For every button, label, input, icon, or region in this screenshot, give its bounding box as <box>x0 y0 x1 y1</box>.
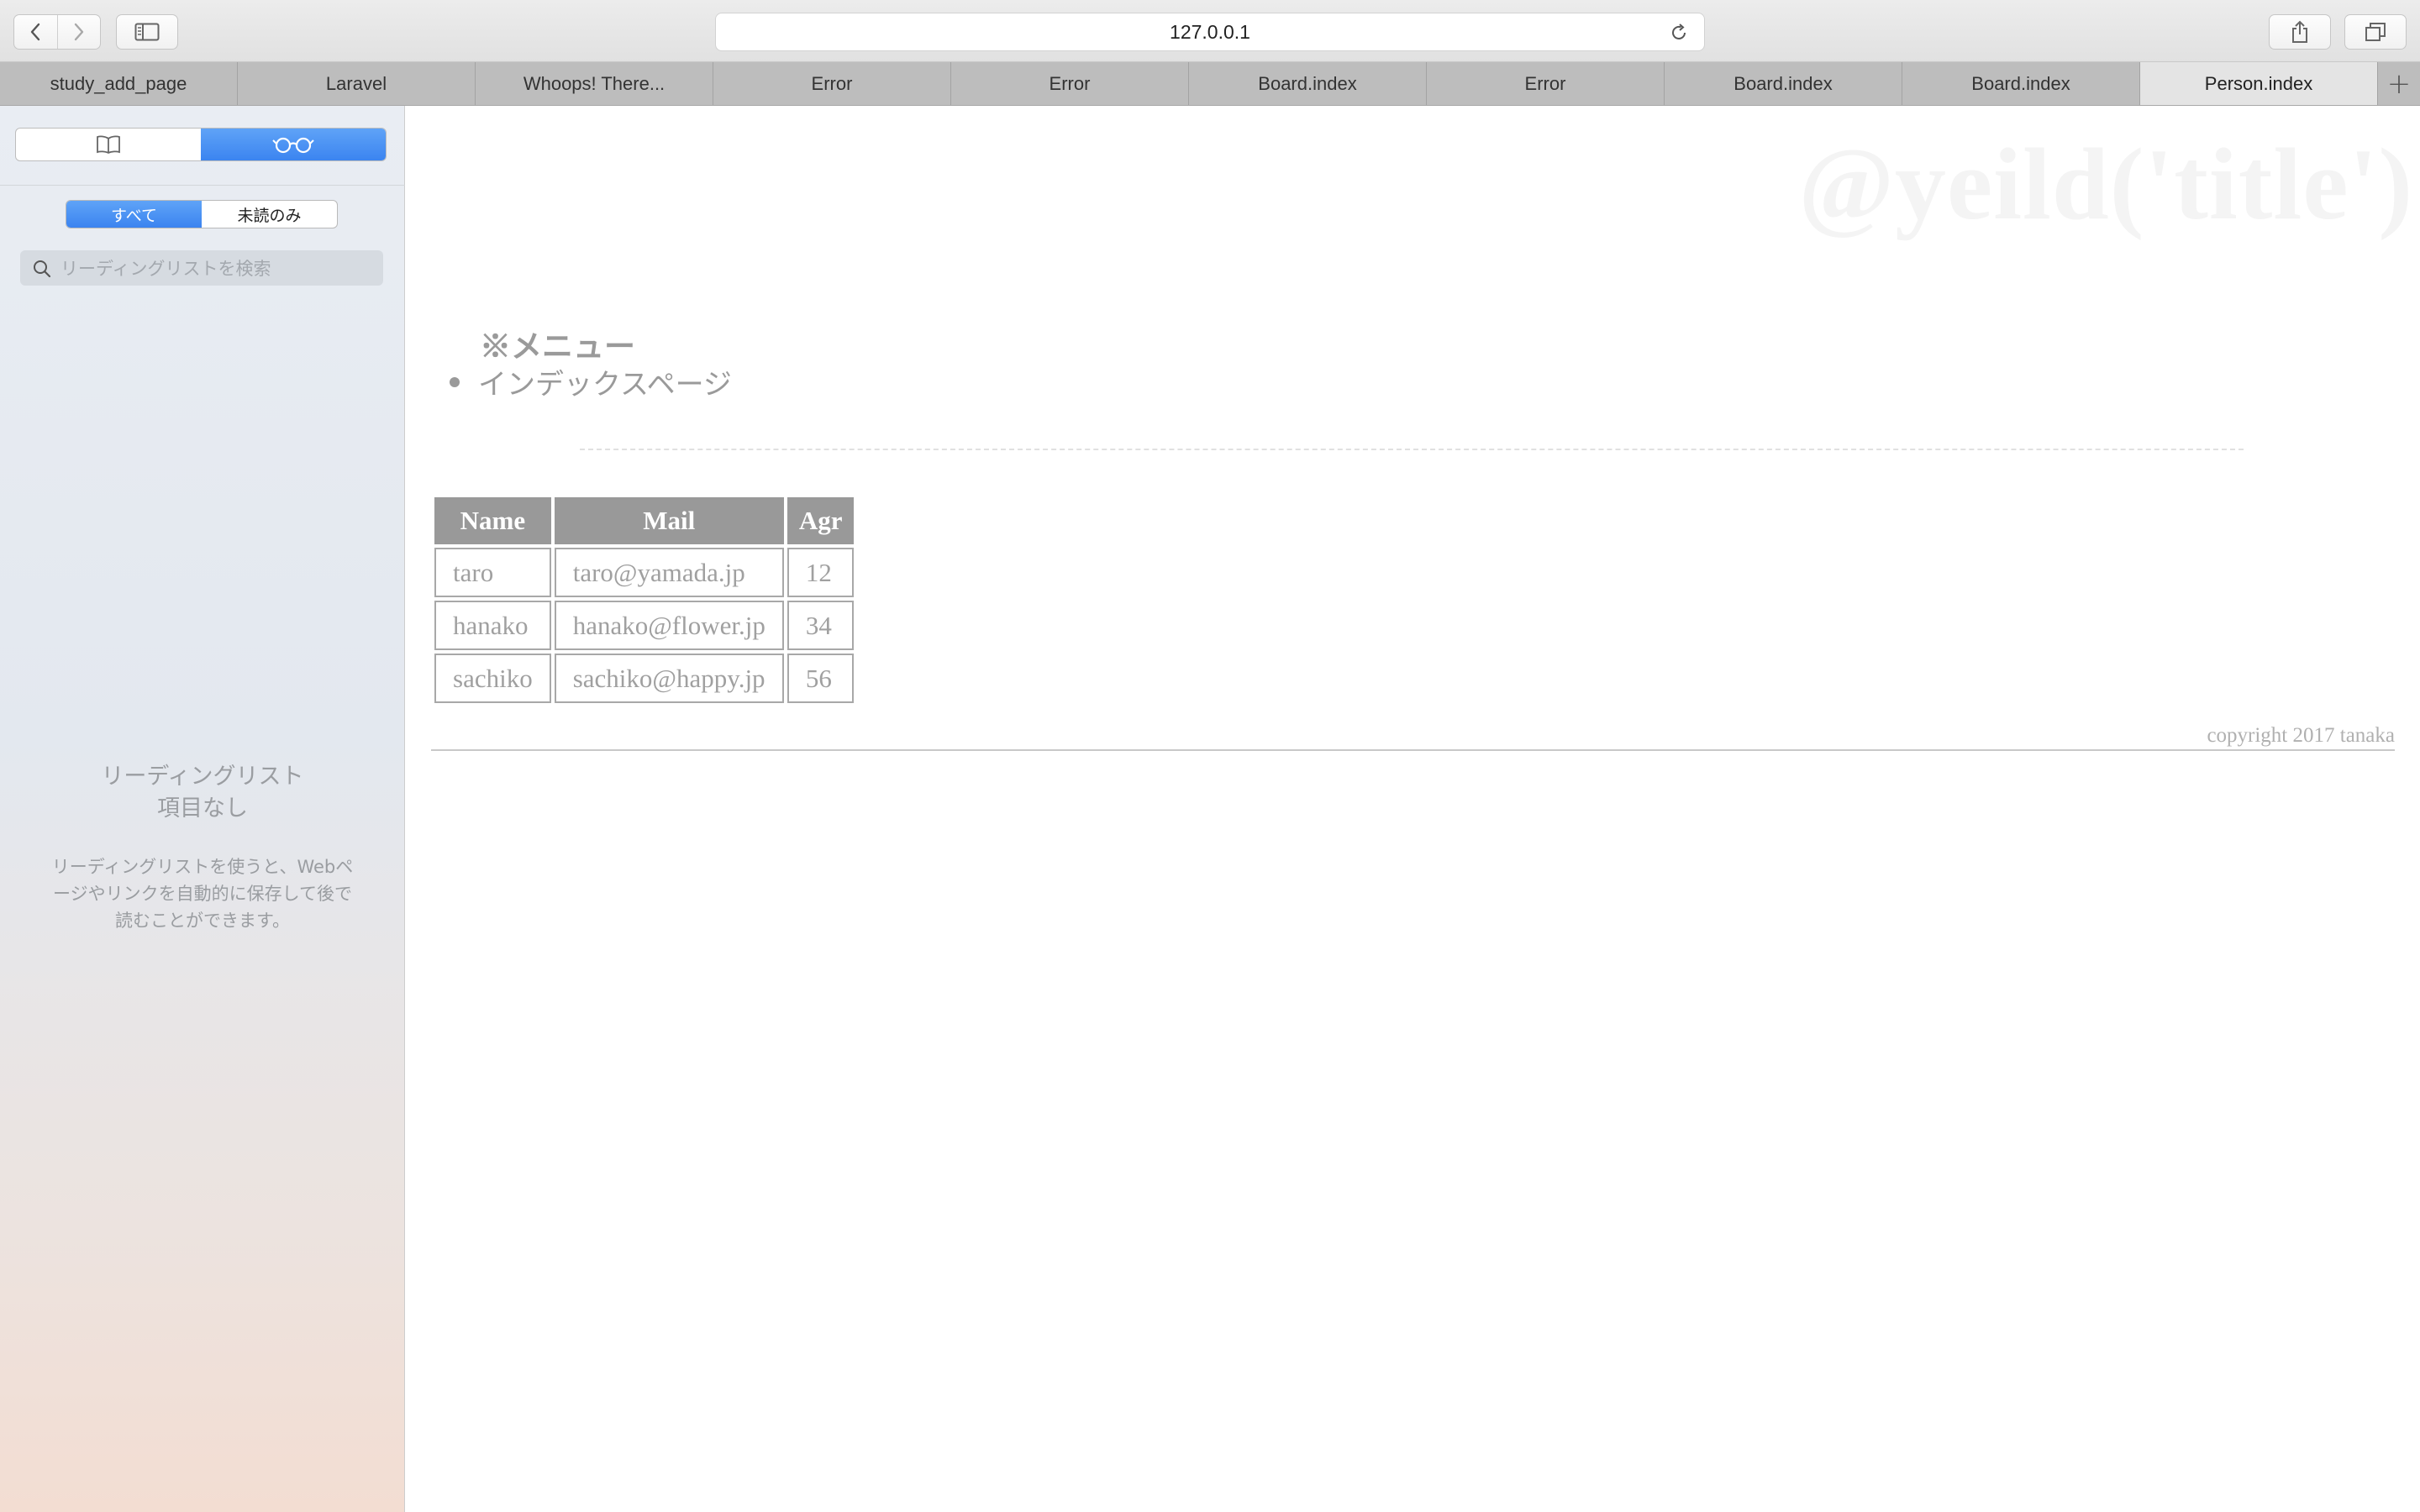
empty-state-description: リーディングリストを使うと、Webペ ージやリンクを自動的に保存して後で 読むこ… <box>51 857 354 931</box>
chevron-right-icon <box>74 23 83 41</box>
share-button[interactable] <box>2269 14 2331 50</box>
tabs-overview-icon <box>2365 23 2386 41</box>
glasses-icon <box>272 137 314 154</box>
footer-copyright: copyright 2017 tanaka <box>2207 724 2395 747</box>
tab-person-index[interactable]: Person.index <box>2140 62 2378 105</box>
forward-button[interactable] <box>56 15 101 49</box>
tab-laravel[interactable]: Laravel <box>238 62 476 105</box>
filter-unread-button[interactable]: 未読のみ <box>202 201 337 228</box>
sidebar-divider <box>0 185 405 186</box>
sidebar-icon <box>134 23 160 41</box>
bullet-icon <box>450 376 460 387</box>
table-row: sachiko sachiko@happy.jp 56 <box>434 654 855 703</box>
tab-board-index-1[interactable]: Board.index <box>1189 62 1427 105</box>
cell-name: sachiko <box>434 654 551 703</box>
chevron-left-icon <box>31 23 40 41</box>
reading-list-sidebar: すべて 未読のみ リーディングリストを検索 リーディングリスト 項目なし リーデ… <box>0 106 405 1512</box>
tab-whoops[interactable]: Whoops! There... <box>476 62 713 105</box>
cell-mail: sachiko@happy.jp <box>554 654 784 703</box>
cell-name: taro <box>434 548 551 597</box>
cell-mail: taro@yamada.jp <box>554 548 784 597</box>
cell-agr: 34 <box>786 601 855 650</box>
people-table: Name Mail Agr taro taro@yamada.jp 12 han… <box>431 494 857 706</box>
cell-name: hanako <box>434 601 551 650</box>
address-text: 127.0.0.1 <box>1170 20 1250 43</box>
menu-item-index-page[interactable]: インデックスページ <box>450 361 732 402</box>
cell-agr: 12 <box>786 548 855 597</box>
tab-error-2[interactable]: Error <box>951 62 1189 105</box>
search-placeholder: リーディングリストを検索 <box>60 259 271 279</box>
tab-study-add-page[interactable]: study_add_page <box>0 62 238 105</box>
show-all-tabs-button[interactable] <box>2344 14 2407 50</box>
table-row: taro taro@yamada.jp 12 <box>434 548 855 597</box>
tab-board-index-3[interactable]: Board.index <box>1902 62 2140 105</box>
tab-board-index-2[interactable]: Board.index <box>1665 62 1902 105</box>
book-icon <box>97 135 120 155</box>
navigation-buttons <box>13 14 101 50</box>
plus-icon: + <box>2386 66 2412 101</box>
browser-toolbar: 127.0.0.1 <box>0 0 2420 62</box>
tab-bar: study_add_page Laravel Whoops! There... … <box>0 62 2420 106</box>
search-icon <box>34 260 51 278</box>
tab-error-1[interactable]: Error <box>713 62 951 105</box>
sidebar-toggle-button[interactable] <box>116 14 178 50</box>
reading-list-filter: すべて 未読のみ <box>66 200 338 228</box>
dashed-divider <box>580 449 2244 450</box>
sidebar-mode-switch <box>15 128 387 161</box>
reading-list-search-input[interactable]: リーディングリストを検索 <box>20 250 383 286</box>
table-header-row: Name Mail Agr <box>434 497 855 544</box>
cell-mail: hanako@flower.jp <box>554 601 784 650</box>
share-icon <box>2292 20 2307 43</box>
column-header-agr: Agr <box>786 497 855 544</box>
menu-heading: ※メニュー <box>480 330 635 365</box>
column-header-name: Name <box>434 497 551 544</box>
reload-icon[interactable] <box>1669 23 1689 43</box>
page-title-watermark: @yeild('title') <box>1798 128 2413 241</box>
footer-divider <box>431 749 2395 751</box>
tab-error-3[interactable]: Error <box>1427 62 1665 105</box>
new-tab-button[interactable]: + <box>2378 62 2420 105</box>
bookmarks-tab[interactable] <box>16 129 201 160</box>
web-page-content: @yeild('title') ※メニュー インデックスページ Name Mai… <box>406 106 2420 1512</box>
filter-all-button[interactable]: すべて <box>66 201 202 228</box>
address-bar[interactable]: 127.0.0.1 <box>715 13 1705 51</box>
back-button[interactable] <box>14 15 57 49</box>
cell-agr: 56 <box>786 654 855 703</box>
column-header-mail: Mail <box>554 497 784 544</box>
menu-item-label: インデックスページ <box>478 370 732 401</box>
menu-list: インデックスページ <box>450 361 732 402</box>
empty-state-title: リーディングリスト 項目なし <box>101 764 304 822</box>
reading-list-tab[interactable] <box>201 129 386 160</box>
table-row: hanako hanako@flower.jp 34 <box>434 601 855 650</box>
